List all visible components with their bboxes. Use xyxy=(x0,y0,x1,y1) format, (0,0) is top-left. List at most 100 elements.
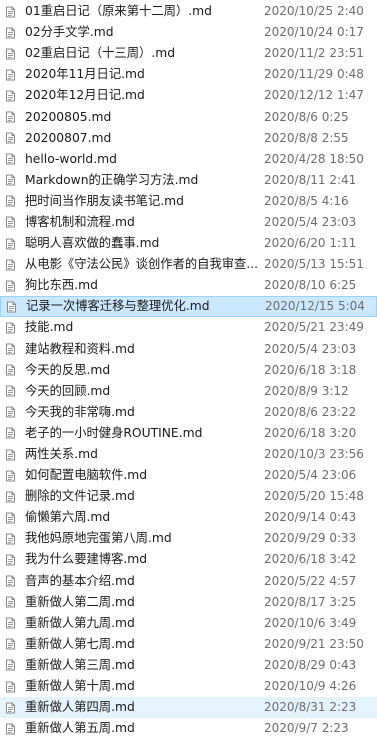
file-name: 偷懒第六周.md xyxy=(25,510,111,525)
file-name: 01重启日记（原来第十二周）.md xyxy=(25,4,212,19)
markdown-file-icon xyxy=(6,132,15,144)
markdown-file-icon xyxy=(6,6,15,18)
file-name: 重新做人第三周.md xyxy=(25,657,135,672)
file-modified-date: 2020/10/24 0:17 xyxy=(264,25,364,40)
file-name: 记录一次博客迁移与整理优化.md xyxy=(26,299,210,314)
file-name: 02重启日记（十三周）.md xyxy=(25,46,176,61)
file-row[interactable]: 从电影《守法公民》谈创作者的自我审查... 2020/5/13 15:51 xyxy=(0,254,377,275)
markdown-file-icon xyxy=(6,617,15,629)
file-name: 02分手文学.md xyxy=(25,25,114,40)
file-name: 把时间当作朋友读书笔记.md xyxy=(25,193,184,208)
file-row[interactable]: 重新做人第二周.md 2020/8/17 3:25 xyxy=(0,592,377,613)
markdown-file-icon xyxy=(6,575,15,587)
file-name: 建站教程和资料.md xyxy=(25,341,135,356)
file-row[interactable]: 重新做人第四周.md 2020/8/31 2:23 xyxy=(0,697,377,719)
file-modified-date: 2020/9/7 2:23 xyxy=(264,721,349,736)
markdown-file-icon xyxy=(7,301,16,313)
file-modified-date: 2020/5/21 23:49 xyxy=(264,320,364,335)
file-row[interactable]: 02重启日记（十三周）.md 2020/11/2 23:51 xyxy=(0,43,377,64)
file-row[interactable]: 20200807.md 2020/8/8 2:55 xyxy=(0,128,377,149)
file-row[interactable]: 记录一次博客迁移与整理优化.md 2020/12/15 5:04 xyxy=(0,296,377,318)
file-row[interactable]: 把时间当作朋友读书笔记.md 2020/8/5 4:16 xyxy=(0,191,377,212)
markdown-file-icon xyxy=(6,681,15,693)
file-row[interactable]: 重新做人第七周.md 2020/9/21 23:50 xyxy=(0,634,377,655)
file-modified-date: 2020/11/2 23:51 xyxy=(264,46,364,61)
file-modified-date: 2020/10/9 4:26 xyxy=(264,679,357,694)
file-row[interactable]: 今天的反思.md 2020/6/18 3:18 xyxy=(0,360,377,381)
file-row[interactable]: 02分手文学.md 2020/10/24 0:17 xyxy=(0,22,377,43)
file-name: 20200805.md xyxy=(25,109,112,124)
file-row[interactable]: 重新做人第九周.md 2020/10/6 3:49 xyxy=(0,613,377,634)
markdown-file-icon xyxy=(6,491,15,503)
file-modified-date: 2020/8/11 2:41 xyxy=(264,172,357,187)
file-row[interactable]: 20200805.md 2020/8/6 0:25 xyxy=(0,106,377,127)
file-row[interactable]: hello-world.md 2020/4/28 18:50 xyxy=(0,149,377,170)
file-modified-date: 2020/8/31 2:23 xyxy=(264,700,357,715)
file-row[interactable]: 技能.md 2020/5/21 23:49 xyxy=(0,317,377,338)
markdown-file-icon xyxy=(6,69,15,81)
file-name: 我为什么要建博客.md xyxy=(25,552,148,567)
file-row[interactable]: 聪明人喜欢做的蠢事.md 2020/6/20 1:11 xyxy=(0,233,377,254)
file-row[interactable]: 删除的文件记录.md 2020/5/20 15:48 xyxy=(0,486,377,507)
file-name: 两性关系.md xyxy=(25,447,98,462)
file-row[interactable]: 重新做人第五周.md 2020/9/7 2:23 xyxy=(0,718,377,739)
markdown-file-icon xyxy=(6,596,15,608)
markdown-file-icon xyxy=(6,216,15,228)
markdown-file-icon xyxy=(6,723,15,735)
file-modified-date: 2020/4/28 18:50 xyxy=(264,151,364,166)
file-modified-date: 2020/5/13 15:51 xyxy=(264,257,364,272)
markdown-file-icon xyxy=(6,554,15,566)
markdown-file-icon xyxy=(6,195,15,207)
file-row[interactable]: 今天我的非常嗨.md 2020/8/6 23:22 xyxy=(0,402,377,423)
file-row[interactable]: 01重启日记（原来第十二周）.md 2020/10/25 2:40 xyxy=(0,1,377,22)
file-modified-date: 2020/6/18 3:42 xyxy=(264,552,357,567)
file-modified-date: 2020/8/8 2:55 xyxy=(264,130,349,145)
file-row[interactable]: 如何配置电脑软件.md 2020/5/4 23:06 xyxy=(0,465,377,486)
file-modified-date: 2020/5/4 23:06 xyxy=(264,468,357,483)
file-row[interactable]: 重新做人第十周.md 2020/10/9 4:26 xyxy=(0,676,377,697)
file-name: 我他妈原地完蛋第八周.md xyxy=(25,531,172,546)
file-modified-date: 2020/11/29 0:48 xyxy=(264,67,364,82)
file-modified-date: 2020/5/4 23:03 xyxy=(264,214,357,229)
file-name: 聪明人喜欢做的蠢事.md xyxy=(25,236,160,251)
file-name: 今天的反思.md xyxy=(25,362,111,377)
markdown-file-icon xyxy=(6,385,15,397)
file-row[interactable]: 重新做人第三周.md 2020/8/29 0:43 xyxy=(0,655,377,676)
file-row[interactable]: 建站教程和资料.md 2020/5/4 23:03 xyxy=(0,339,377,360)
file-name: 今天我的非常嗨.md xyxy=(25,404,135,419)
markdown-file-icon xyxy=(6,48,15,60)
file-name: 技能.md xyxy=(25,320,74,335)
file-row[interactable]: 我为什么要建博客.md 2020/6/18 3:42 xyxy=(0,549,377,570)
file-name: 从电影《守法公民》谈创作者的自我审查... xyxy=(25,257,257,272)
file-row[interactable]: 今天的回顾.md 2020/8/9 3:12 xyxy=(0,381,377,402)
file-name: 重新做人第九周.md xyxy=(25,615,135,630)
file-name: 重新做人第五周.md xyxy=(25,721,135,736)
markdown-file-icon xyxy=(6,174,15,186)
file-modified-date: 2020/8/5 4:16 xyxy=(264,193,349,208)
file-name: 音声的基本介绍.md xyxy=(25,573,135,588)
file-row[interactable]: 音声的基本介绍.md 2020/5/22 4:57 xyxy=(0,571,377,592)
file-row[interactable]: 狗比东西.md 2020/8/10 6:25 xyxy=(0,275,377,296)
file-row[interactable]: Markdown的正确学习方法.md 2020/8/11 2:41 xyxy=(0,170,377,191)
file-row[interactable]: 2020年11月日记.md 2020/11/29 0:48 xyxy=(0,64,377,85)
markdown-file-icon xyxy=(6,238,15,250)
markdown-file-icon xyxy=(6,427,15,439)
file-row[interactable]: 两性关系.md 2020/10/3 23:56 xyxy=(0,444,377,465)
file-row[interactable]: 我他妈原地完蛋第八周.md 2020/9/29 0:33 xyxy=(0,528,377,549)
file-modified-date: 2020/8/17 3:25 xyxy=(264,594,357,609)
file-name: 博客机制和流程.md xyxy=(25,214,135,229)
file-modified-date: 2020/5/20 15:48 xyxy=(264,489,364,504)
file-name: 重新做人第四周.md xyxy=(25,700,135,715)
file-row[interactable]: 老子的一小时健身ROUTINE.md 2020/6/18 3:20 xyxy=(0,423,377,444)
file-row[interactable]: 2020年12月日记.md 2020/12/12 1:47 xyxy=(0,85,377,106)
markdown-file-icon xyxy=(6,449,15,461)
file-name: 2020年12月日记.md xyxy=(25,88,145,103)
file-row[interactable]: 偷懒第六周.md 2020/9/14 0:43 xyxy=(0,507,377,528)
markdown-file-icon xyxy=(6,343,15,355)
file-name: 20200807.md xyxy=(25,130,112,145)
markdown-file-icon xyxy=(6,27,15,39)
markdown-file-icon xyxy=(6,406,15,418)
markdown-file-icon xyxy=(6,322,15,334)
file-modified-date: 2020/5/4 23:03 xyxy=(264,341,357,356)
file-row[interactable]: 博客机制和流程.md 2020/5/4 23:03 xyxy=(0,212,377,233)
